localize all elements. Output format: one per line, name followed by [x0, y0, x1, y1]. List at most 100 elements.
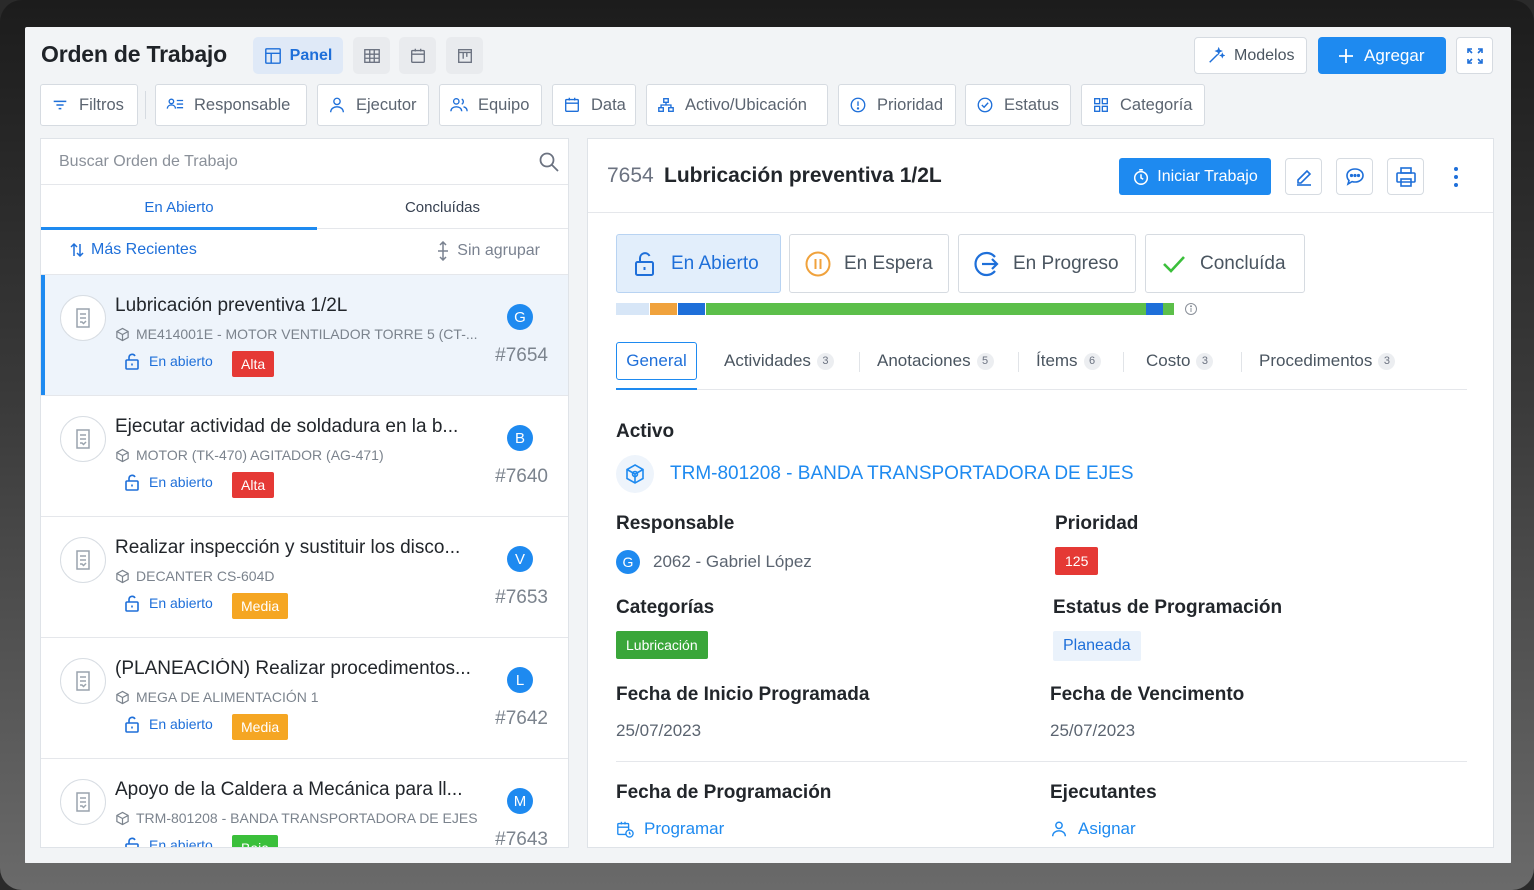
work-order-asset: MOTOR (TK-470) AGITADOR (AG-471) — [115, 447, 485, 463]
user-icon — [1051, 821, 1067, 837]
add-label: Agregar — [1364, 45, 1425, 65]
priority-badge: Baja — [232, 835, 279, 847]
filter-icon — [53, 100, 67, 110]
filter-category-label: Categoría — [1120, 95, 1193, 114]
detail-tabs: General Actividades 3 Anotaciones 5 Ítems 6… — [616, 342, 1467, 390]
view-calendar-button[interactable] — [399, 37, 436, 74]
status-progress-label: En Progreso — [1013, 252, 1119, 274]
assign-button[interactable]: Asignar — [1050, 819, 1136, 839]
view-panel-button[interactable]: Panel — [253, 37, 343, 74]
tab-separator — [1241, 352, 1242, 372]
document-icon — [60, 658, 106, 704]
work-order-title: Ejecutar actividad de soldadura en la b.… — [115, 416, 459, 437]
work-order-number: #7653 — [495, 587, 548, 608]
expand-icon — [1466, 47, 1483, 64]
filter-date[interactable]: Data — [552, 84, 636, 126]
status-open-button[interactable]: En Abierto — [616, 234, 781, 293]
tab-separator — [1123, 352, 1124, 372]
tab-procedures[interactable]: Procedimentos 3 — [1259, 342, 1396, 380]
document-icon — [60, 295, 106, 341]
board-icon — [457, 48, 472, 63]
avatar: G — [507, 304, 533, 330]
user-icon — [330, 97, 344, 113]
schedule-status-badge: Planeada — [1053, 631, 1141, 661]
work-order-detail-panel: 7654 Lubricación preventiva 1/2L Iniciar… — [587, 138, 1494, 848]
print-button[interactable] — [1387, 158, 1424, 195]
view-panel-label: Panel — [289, 46, 333, 64]
filter-asset-location[interactable]: Activo/Ubicación — [646, 84, 828, 126]
expand-vertical-icon — [438, 241, 449, 261]
models-button[interactable]: Modelos — [1194, 37, 1308, 74]
tab-open[interactable]: En Abierto — [41, 185, 317, 230]
work-order-number: #7654 — [495, 345, 548, 366]
view-board-button[interactable] — [446, 37, 483, 74]
start-work-button[interactable]: Iniciar Trabajo — [1119, 158, 1271, 195]
filter-executor[interactable]: Ejecutor — [317, 84, 429, 126]
category-badge: Lubricación — [616, 631, 708, 659]
status-waiting-button[interactable]: En Espera — [789, 234, 949, 293]
edit-button[interactable] — [1285, 158, 1322, 195]
tab-notes[interactable]: Anotaciones 5 — [877, 342, 994, 380]
table-icon — [363, 48, 380, 63]
status-waiting-label: En Espera — [844, 252, 933, 274]
more-options-button[interactable] — [1444, 163, 1468, 191]
group-button[interactable]: Sin agrupar — [435, 241, 540, 261]
timer-icon — [1134, 168, 1149, 185]
status-concluded-button[interactable]: Concluída — [1145, 234, 1305, 293]
sort-button[interactable]: Más Recientes — [69, 241, 197, 259]
tab-cost[interactable]: Costo 3 — [1146, 342, 1214, 380]
work-order-card[interactable]: Realizar inspección y sustituir los disc… — [41, 517, 568, 638]
cube-icon — [616, 455, 654, 493]
work-order-status: En abierto — [123, 836, 213, 847]
comments-button[interactable] — [1336, 158, 1373, 195]
filter-date-label: Data — [591, 95, 626, 114]
filter-responsible[interactable]: Responsable — [155, 84, 307, 126]
responsible-value[interactable]: G 2062 - Gabriel López — [616, 550, 812, 574]
document-icon — [60, 779, 106, 825]
filter-category[interactable]: Categoría — [1081, 84, 1205, 126]
search-icon[interactable] — [538, 151, 560, 173]
work-order-card[interactable]: Apoyo de la Caldera a Mecánica para ll..… — [41, 759, 568, 847]
detail-header: 7654 Lubricación preventiva 1/2L Iniciar… — [588, 139, 1493, 213]
program-date-label: Fecha de Programación — [616, 782, 832, 803]
cube-icon — [116, 327, 129, 341]
filters-button[interactable]: Filtros — [40, 84, 138, 126]
tab-items[interactable]: Ítems 6 — [1036, 342, 1101, 380]
status-progress-button[interactable]: En Progreso — [958, 234, 1136, 293]
sort-label: Más Recientes — [91, 241, 197, 258]
schedule-button[interactable]: Programar — [616, 819, 724, 839]
filter-team[interactable]: Equipo — [439, 84, 542, 126]
avatar: V — [507, 546, 533, 572]
work-order-list-panel: En Abierto Concluídas Más Recientes Sin … — [40, 138, 569, 848]
filter-status[interactable]: Estatus — [965, 84, 1071, 126]
view-table-button[interactable] — [353, 37, 390, 74]
progress-segment-concluded — [706, 303, 1146, 315]
tab-activities[interactable]: Actividades 3 — [724, 342, 834, 380]
tab-general[interactable]: General — [616, 342, 697, 390]
tab-concluded[interactable]: Concluídas — [317, 185, 568, 229]
tab-activities-label: Actividades — [724, 351, 811, 370]
cube-icon — [116, 569, 129, 583]
priority-badge: Media — [232, 714, 289, 740]
info-icon[interactable] — [1184, 302, 1198, 316]
search-input[interactable] — [59, 147, 529, 177]
work-order-card[interactable]: (PLANEACIÓN) Realizar procedimentos... M… — [41, 638, 568, 759]
fullscreen-button[interactable] — [1456, 37, 1493, 74]
work-order-asset-text: TRM-801208 - BANDA TRANSPORTADORA DE EJE… — [136, 810, 478, 826]
filters-label: Filtros — [79, 95, 124, 114]
priority-label: Prioridad — [1055, 513, 1139, 534]
tab-procedures-count: 3 — [1378, 352, 1396, 370]
progress-arrow-icon — [974, 251, 999, 276]
cube-icon — [116, 690, 129, 704]
models-label: Modelos — [1234, 46, 1295, 64]
work-order-card[interactable]: Lubricación preventiva 1/2L ME414001E - … — [41, 275, 568, 396]
work-order-status-label: En abierto — [149, 353, 213, 369]
priority-badge: Alta — [232, 351, 275, 377]
add-button[interactable]: Agregar — [1318, 37, 1446, 74]
work-order-card[interactable]: Ejecutar actividad de soldadura en la b.… — [41, 396, 568, 517]
filter-priority[interactable]: Prioridad — [838, 84, 956, 126]
asset-link[interactable]: TRM-801208 - BANDA TRANSPORTADORA DE EJE… — [616, 455, 1134, 493]
work-order-title: (PLANEACIÓN) Realizar procedimentos... — [115, 658, 471, 679]
pause-circle-icon — [805, 251, 831, 276]
tab-items-label: Ítems — [1036, 351, 1078, 370]
